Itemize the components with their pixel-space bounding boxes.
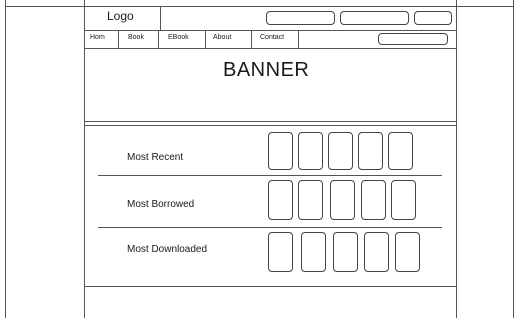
banner-bottom-line: [84, 125, 456, 126]
book-thumbnail[interactable]: [330, 180, 355, 220]
nav-item-about[interactable]: About: [213, 34, 231, 41]
nav-separator: [84, 48, 456, 49]
section-label-most-borrowed: Most Borrowed: [127, 199, 195, 210]
frame-right-edge: [513, 0, 514, 318]
book-thumbnail[interactable]: [298, 132, 323, 170]
book-thumbnail[interactable]: [364, 232, 389, 272]
nav-item-contact[interactable]: Contact: [260, 34, 284, 41]
book-thumbnail[interactable]: [391, 180, 416, 220]
section-label-most-downloaded: Most Downloaded: [127, 244, 208, 255]
section-divider: [98, 175, 442, 176]
book-thumbnail[interactable]: [268, 132, 293, 170]
section-divider: [98, 227, 442, 228]
nav-item-ebook[interactable]: EBook: [168, 34, 189, 41]
search-box[interactable]: [378, 33, 448, 45]
book-thumbnail[interactable]: [395, 232, 420, 272]
book-thumbnail[interactable]: [301, 232, 326, 272]
logo: Logo: [107, 9, 134, 23]
book-thumbnail[interactable]: [358, 132, 383, 170]
header-box-2[interactable]: [340, 11, 409, 25]
nav-divider: [298, 30, 299, 48]
footer-separator: [84, 286, 456, 287]
page-right-border: [456, 0, 457, 318]
book-thumbnail[interactable]: [268, 232, 293, 272]
book-thumbnail[interactable]: [298, 180, 323, 220]
logo-divider: [160, 6, 161, 30]
nav-divider: [158, 30, 159, 48]
book-thumbnail[interactable]: [388, 132, 413, 170]
frame-top-line: [5, 6, 513, 7]
banner-title: BANNER: [223, 59, 310, 81]
frame-left-edge: [5, 0, 6, 318]
nav-divider: [205, 30, 206, 48]
nav-item-book[interactable]: Book: [128, 34, 144, 41]
book-thumbnail[interactable]: [328, 132, 353, 170]
section-label-most-recent: Most Recent: [127, 152, 184, 163]
nav-item-home[interactable]: Hom: [90, 34, 105, 41]
nav-divider: [118, 30, 119, 48]
header-box-1[interactable]: [266, 11, 335, 25]
book-thumbnail[interactable]: [361, 180, 386, 220]
banner-bottom-line: [84, 121, 456, 122]
nav-divider: [251, 30, 252, 48]
header-separator: [84, 30, 456, 31]
book-thumbnail[interactable]: [333, 232, 358, 272]
book-thumbnail[interactable]: [268, 180, 293, 220]
header-box-3[interactable]: [414, 11, 452, 25]
